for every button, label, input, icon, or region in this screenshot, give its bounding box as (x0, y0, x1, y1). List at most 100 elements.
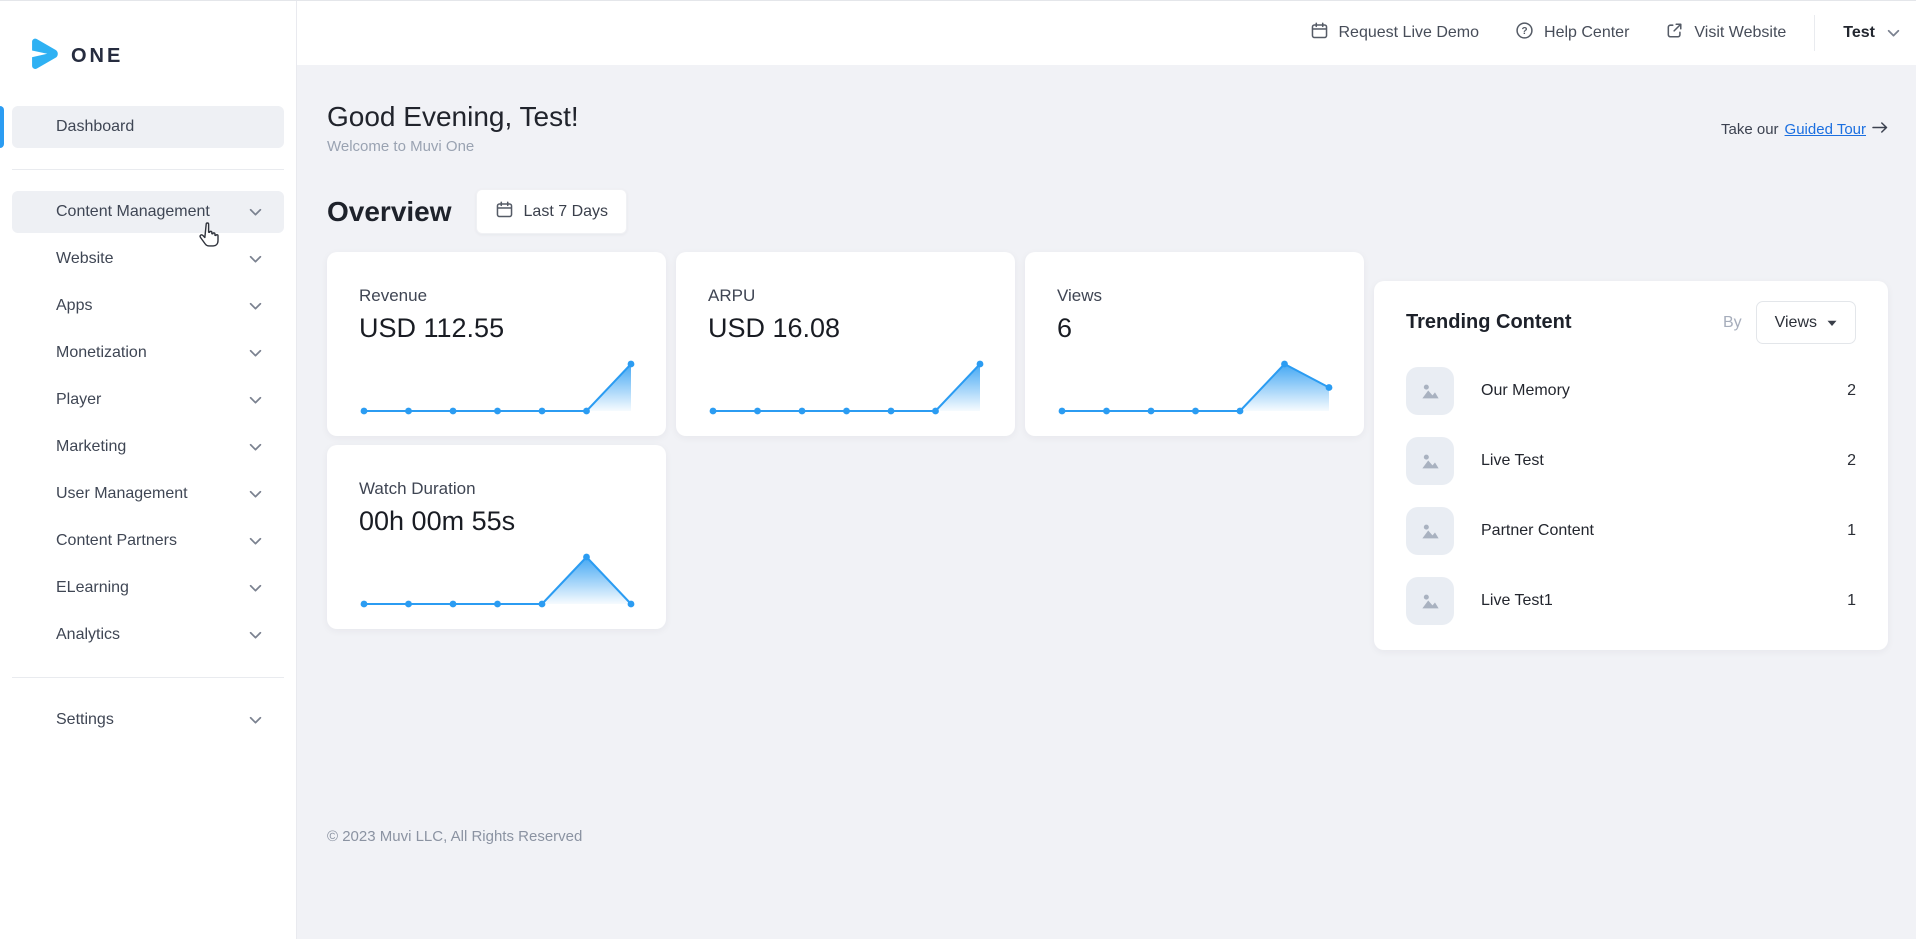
user-menu[interactable]: Test (1843, 24, 1900, 42)
stat-card-views: Views 6 (1025, 252, 1364, 436)
guided-tour-prefix: Take our (1721, 121, 1779, 138)
request-live-demo-button[interactable]: Request Live Demo (1310, 21, 1480, 45)
app-window: ONE Dashboard Content Management Website Ap… (0, 0, 1916, 939)
arrow-right-icon (1872, 121, 1888, 138)
page-subtitle: Welcome to Muvi One (327, 138, 579, 155)
stat-label: Watch Duration (359, 479, 634, 499)
sidebar-item-monetization[interactable]: Monetization (12, 332, 284, 374)
chevron-down-icon (249, 349, 262, 358)
external-link-icon (1665, 21, 1684, 45)
image-placeholder-icon (1406, 367, 1454, 415)
stat-label: Revenue (359, 286, 634, 306)
sidebar-item-label: Content Partners (56, 532, 177, 550)
stat-value: USD 16.08 (708, 313, 983, 344)
sidebar-item-label: ELearning (56, 579, 129, 597)
date-range-label: Last 7 Days (524, 203, 608, 221)
sidebar-divider (12, 169, 284, 170)
stat-label: ARPU (708, 286, 983, 306)
dashboard-widgets: Revenue USD 112.55 ARPU USD 16.08 Views … (327, 252, 1888, 650)
sidebar-nav: Dashboard Content Management Website Apps Mo… (0, 106, 296, 741)
image-placeholder-icon (1406, 507, 1454, 555)
trending-item-count: 1 (1847, 522, 1856, 540)
user-name: Test (1843, 24, 1875, 42)
visit-website-button[interactable]: Visit Website (1665, 21, 1786, 45)
stat-cards: Revenue USD 112.55 ARPU USD 16.08 Views … (327, 252, 1365, 629)
stat-card-watch-duration: Watch Duration 00h 00m 55s (327, 445, 666, 629)
guided-tour-link[interactable]: Guided Tour (1785, 121, 1866, 138)
sidebar-item-user-management[interactable]: User Management (12, 473, 284, 515)
sidebar: ONE Dashboard Content Management Website Ap… (0, 1, 297, 939)
sidebar-item-content-partners[interactable]: Content Partners (12, 520, 284, 562)
sidebar-item-label: Apps (56, 297, 92, 315)
chevron-down-icon (249, 490, 262, 499)
main-column: Request Live Demo ? Help Center Visit We… (297, 1, 1916, 939)
trending-item-our-memory[interactable]: Our Memory 2 (1406, 367, 1856, 415)
sidebar-item-label: Monetization (56, 344, 147, 362)
help-center-label: Help Center (1544, 24, 1629, 42)
calendar-icon (495, 200, 514, 224)
sparkline-chart (1055, 355, 1336, 424)
sort-dropdown[interactable]: Views (1756, 301, 1856, 344)
sidebar-item-player[interactable]: Player (12, 379, 284, 421)
image-placeholder-icon (1406, 577, 1454, 625)
trending-item-partner-content[interactable]: Partner Content 1 (1406, 507, 1856, 555)
chevron-down-icon (249, 396, 262, 405)
overview-row: Overview Last 7 Days (327, 189, 1888, 234)
help-center-button[interactable]: ? Help Center (1515, 21, 1629, 45)
trending-item-title: Live Test1 (1481, 592, 1553, 610)
sparkline-chart (357, 355, 638, 424)
svg-text:?: ? (1521, 26, 1527, 37)
stat-label: Views (1057, 286, 1332, 306)
help-icon: ? (1515, 21, 1534, 45)
chevron-down-icon (249, 255, 262, 264)
stat-value: 00h 00m 55s (359, 506, 634, 537)
trending-item-count: 2 (1847, 452, 1856, 470)
sidebar-item-label: User Management (56, 485, 188, 503)
sidebar-item-dashboard[interactable]: Dashboard (12, 106, 284, 148)
trending-item-title: Our Memory (1481, 382, 1570, 400)
content-area: Good Evening, Test! Welcome to Muvi One … (297, 65, 1916, 939)
chevron-down-icon (249, 208, 262, 217)
sidebar-item-label: Dashboard (56, 118, 134, 136)
chevron-down-icon (249, 443, 262, 452)
sidebar-item-label: Settings (56, 711, 114, 729)
brand-logo-text: ONE (71, 45, 123, 68)
date-range-button[interactable]: Last 7 Days (476, 189, 627, 234)
chevron-down-icon (249, 631, 262, 640)
page-title: Good Evening, Test! (327, 101, 579, 133)
sidebar-item-analytics[interactable]: Analytics (12, 614, 284, 656)
chevron-down-icon (249, 537, 262, 546)
sparkline-chart (706, 355, 987, 424)
sidebar-item-settings[interactable]: Settings (12, 699, 284, 741)
sidebar-item-label: Website (56, 250, 114, 268)
sidebar-item-website[interactable]: Website (12, 238, 284, 280)
trending-title: Trending Content (1406, 311, 1572, 334)
stat-value: 6 (1057, 313, 1332, 344)
trending-item-count: 2 (1847, 382, 1856, 400)
trending-item-title: Partner Content (1481, 522, 1594, 540)
sidebar-item-apps[interactable]: Apps (12, 285, 284, 327)
trending-item-live-test1[interactable]: Live Test1 1 (1406, 577, 1856, 625)
overview-title: Overview (327, 196, 452, 228)
image-placeholder-icon (1406, 437, 1454, 485)
sidebar-item-content-management[interactable]: Content Management (12, 191, 284, 233)
sort-value: Views (1775, 314, 1817, 332)
sidebar-item-marketing[interactable]: Marketing (12, 426, 284, 468)
trending-item-count: 1 (1847, 592, 1856, 610)
trending-header: Trending Content By Views (1406, 301, 1856, 344)
visit-website-label: Visit Website (1694, 24, 1786, 42)
stat-card-revenue: Revenue USD 112.55 (327, 252, 666, 436)
greeting-row: Good Evening, Test! Welcome to Muvi One … (327, 101, 1888, 155)
stat-value: USD 112.55 (359, 313, 634, 344)
trending-list: Our Memory2Live Test2Partner Content1Liv… (1406, 367, 1856, 625)
sidebar-item-label: Content Management (56, 203, 210, 221)
sidebar-divider (12, 677, 284, 678)
trending-item-title: Live Test (1481, 452, 1544, 470)
brand-logo[interactable]: ONE (0, 1, 296, 78)
trending-sort: By Views (1723, 301, 1856, 344)
trending-content-panel: Trending Content By Views Our Memory2Liv… (1374, 281, 1888, 650)
sidebar-item-elearning[interactable]: ELearning (12, 567, 284, 609)
trending-item-live-test[interactable]: Live Test 2 (1406, 437, 1856, 485)
greeting-block: Good Evening, Test! Welcome to Muvi One (327, 101, 579, 155)
sidebar-item-label: Analytics (56, 626, 120, 644)
